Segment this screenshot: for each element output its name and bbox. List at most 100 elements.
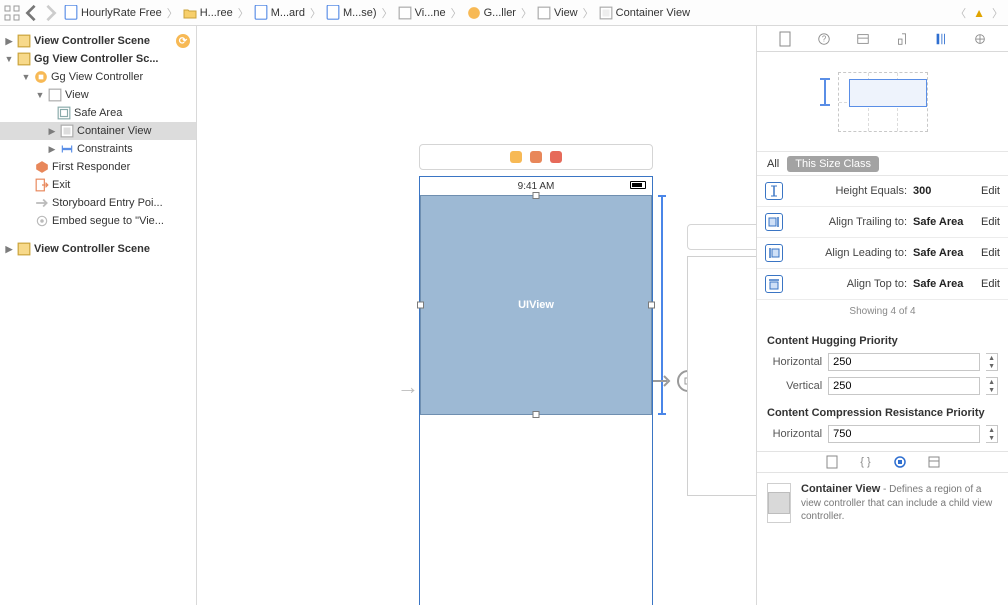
label: Horizontal bbox=[767, 356, 822, 368]
outline-label: Storyboard Entry Poi... bbox=[52, 197, 163, 209]
lib-tab-file-icon[interactable] bbox=[824, 454, 840, 470]
outline-viewcontroller[interactable]: ▼ Gg View Controller bbox=[0, 68, 196, 86]
vc-view[interactable] bbox=[687, 256, 756, 496]
breadcrumb-item[interactable]: M...se) bbox=[324, 6, 379, 20]
library-tabs: { } bbox=[757, 451, 1008, 473]
outline-exit[interactable]: Exit bbox=[0, 176, 196, 194]
canvas[interactable]: → 9:41 AM UIView bbox=[197, 26, 756, 605]
outline-entrypoint[interactable]: Storyboard Entry Poi... bbox=[0, 194, 196, 212]
disclosure-icon[interactable]: ▼ bbox=[21, 72, 31, 82]
outline-safearea[interactable]: Safe Area bbox=[0, 104, 196, 122]
outline-constraints[interactable]: ▶ Constraints bbox=[0, 140, 196, 158]
scene-titlebar[interactable] bbox=[419, 144, 653, 170]
scene-gg-viewcontroller[interactable]: 9:41 AM UIView bbox=[419, 144, 653, 605]
library-item-title: Container View bbox=[801, 483, 880, 495]
segue-icon bbox=[35, 214, 49, 228]
resize-handle[interactable] bbox=[417, 302, 424, 309]
constraint-edit-button[interactable]: Edit bbox=[981, 247, 1000, 259]
outline-label: View bbox=[65, 89, 89, 101]
outline-label: Embed segue to "Vie... bbox=[52, 215, 164, 227]
nav-forward-button[interactable] bbox=[42, 4, 60, 22]
disclosure-icon[interactable]: ▶ bbox=[4, 244, 14, 255]
outline-containerview[interactable]: ▶ Container View bbox=[0, 122, 196, 140]
constraint-value: Safe Area bbox=[913, 216, 975, 228]
breadcrumb-item[interactable]: G...ller bbox=[465, 6, 518, 20]
label: Vertical bbox=[767, 380, 822, 392]
outline-label: Exit bbox=[52, 179, 70, 191]
disclosure-icon[interactable]: ▶ bbox=[47, 144, 57, 155]
constraint-row[interactable]: Height Equals:300Edit bbox=[757, 176, 1008, 207]
tab-identity-icon[interactable] bbox=[853, 29, 873, 49]
hugging-horizontal-input[interactable] bbox=[828, 353, 980, 371]
chevron-right-icon[interactable]: 〉 bbox=[991, 5, 1004, 21]
constraint-row[interactable]: Align Trailing to:Safe AreaEdit bbox=[757, 207, 1008, 238]
resize-handle[interactable] bbox=[533, 411, 540, 418]
constraint-icon bbox=[765, 182, 783, 200]
outline-label: Safe Area bbox=[74, 107, 122, 119]
constraint-row[interactable]: Align Leading to:Safe AreaEdit bbox=[757, 238, 1008, 269]
filter-all[interactable]: All bbox=[767, 158, 779, 170]
outline-scene[interactable]: ▶ View Controller Scene ⟳ bbox=[0, 32, 196, 50]
scene-viewcontroller[interactable]: View Controller bbox=[687, 224, 756, 496]
chevron-left-icon[interactable]: 〈 bbox=[954, 5, 967, 21]
breadcrumb-item[interactable]: HourlyRate Free bbox=[62, 6, 164, 20]
scene-titlebar[interactable]: View Controller bbox=[687, 224, 756, 250]
phone-frame[interactable]: 9:41 AM UIView bbox=[419, 176, 653, 605]
related-items-icon[interactable] bbox=[4, 5, 20, 21]
library-item-container-view[interactable]: Container View - Defines a region of a v… bbox=[757, 473, 1008, 534]
safearea-icon bbox=[57, 106, 71, 120]
folder-icon bbox=[183, 6, 197, 20]
disclosure-icon[interactable]: ▶ bbox=[47, 126, 57, 137]
disclosure-icon[interactable]: ▶ bbox=[4, 36, 14, 47]
resize-handle[interactable] bbox=[533, 192, 540, 199]
scene-icon bbox=[17, 242, 31, 256]
tab-help-icon[interactable]: ? bbox=[814, 29, 834, 49]
nav-back-button[interactable] bbox=[22, 4, 40, 22]
tab-file-icon[interactable] bbox=[775, 29, 795, 49]
disclosure-icon[interactable]: ▼ bbox=[35, 90, 45, 100]
outline-label: Gg View Controller Sc... bbox=[34, 53, 159, 65]
outline-firstresponder[interactable]: First Responder bbox=[0, 158, 196, 176]
warning-icon[interactable]: ▲ bbox=[973, 6, 985, 20]
outline-embedsegue[interactable]: Embed segue to "Vie... bbox=[0, 212, 196, 230]
constraint-row[interactable]: Align Top to:Safe AreaEdit bbox=[757, 269, 1008, 300]
breadcrumb-item[interactable]: M...ard bbox=[252, 6, 307, 20]
constraint-edit-button[interactable]: Edit bbox=[981, 278, 1000, 290]
svg-text:?: ? bbox=[822, 34, 827, 43]
compression-horizontal-input[interactable] bbox=[828, 425, 980, 443]
constraint-edit-button[interactable]: Edit bbox=[981, 185, 1000, 197]
tab-attributes-icon[interactable] bbox=[892, 29, 912, 49]
breadcrumb-item[interactable]: View bbox=[535, 6, 580, 20]
breadcrumb-item[interactable]: Vi...ne bbox=[396, 6, 448, 20]
hugging-vertical-input[interactable] bbox=[828, 377, 980, 395]
outline-scene[interactable]: ▶ View Controller Scene bbox=[0, 240, 196, 258]
stepper[interactable]: ▲▼ bbox=[986, 377, 998, 395]
lib-tab-media-icon[interactable] bbox=[926, 454, 942, 470]
resize-handle[interactable] bbox=[648, 302, 655, 309]
stepper[interactable]: ▲▼ bbox=[986, 353, 998, 371]
tab-connections-icon[interactable] bbox=[970, 29, 990, 49]
entry-arrow-icon[interactable]: → bbox=[397, 374, 419, 400]
breadcrumb-item[interactable]: H...ree bbox=[181, 6, 235, 20]
filter-sizeclass[interactable]: This Size Class bbox=[787, 156, 879, 172]
outline-scene[interactable]: ▼ Gg View Controller Sc... bbox=[0, 50, 196, 68]
lib-tab-code-icon[interactable]: { } bbox=[858, 454, 874, 470]
constraint-icon bbox=[765, 244, 783, 262]
breadcrumb-label: Container View bbox=[616, 7, 690, 19]
breadcrumb-label: H...ree bbox=[200, 7, 233, 19]
selected-container-view[interactable]: UIView bbox=[420, 195, 652, 415]
scene-icon bbox=[17, 52, 31, 66]
view-icon bbox=[537, 6, 551, 20]
tab-size-icon[interactable] bbox=[931, 29, 951, 49]
constraint-edit-button[interactable]: Edit bbox=[981, 216, 1000, 228]
disclosure-icon[interactable]: ▼ bbox=[4, 54, 14, 64]
lib-tab-objects-icon[interactable] bbox=[892, 454, 908, 470]
breadcrumb-item[interactable]: Container View bbox=[597, 6, 692, 20]
stepper[interactable]: ▲▼ bbox=[986, 425, 998, 443]
constraint-label: Height Equals: bbox=[789, 185, 907, 197]
outline-view[interactable]: ▼ View bbox=[0, 86, 196, 104]
chevron-right-icon: 〉 bbox=[166, 5, 179, 21]
add-scene-icon[interactable]: ⟳ bbox=[176, 34, 190, 48]
scene-dot-icon bbox=[510, 151, 522, 163]
status-time: 9:41 AM bbox=[518, 181, 555, 192]
